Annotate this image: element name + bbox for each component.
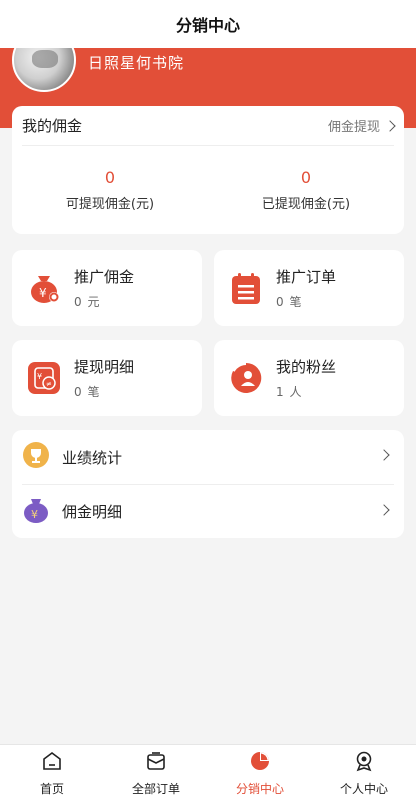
chevron-right-icon [378,449,390,461]
exchange-icon: ¥ ≠ [26,360,62,396]
commission-header: 我的佣金 佣金提现 [22,106,396,146]
tile-title: 我的粉丝 [276,358,337,376]
list-item-commission-details[interactable]: ¥ 佣金明细 [22,484,394,538]
withdrawn-stat: 0 已提现佣金(元) [216,168,396,212]
commission-card: 我的佣金 佣金提现 0 可提现佣金(元) 0 已提现佣金(元) [12,106,404,234]
chevron-right-icon [384,119,396,132]
tile-value: 0 笔 [74,385,101,399]
chevron-right-icon [378,504,390,516]
page-title: 分销中心 [175,16,240,35]
order-box-icon [145,750,167,776]
withdrawable-value: 0 [104,168,116,187]
withdrawn-value: 0 [300,168,312,187]
list-label: 业绩统计 [62,448,123,467]
money-bag-icon: ¥ [26,270,62,306]
money-bag-icon: ¥ [22,496,50,528]
svg-text:≠: ≠ [46,380,52,388]
withdraw-link[interactable]: 佣金提现 [327,116,396,135]
pie-chart-icon [249,750,271,776]
svg-text:¥: ¥ [39,286,47,300]
menu-list: 业绩统计 ¥ 佣金明细 [12,430,404,538]
list-label: 佣金明细 [62,503,123,521]
tile-withdraw-details[interactable]: ¥ ≠ 提现明细 0 笔 [12,340,202,416]
home-icon [41,750,63,776]
tab-all-orders[interactable]: 全部订单 [104,745,208,802]
svg-text:¥: ¥ [31,508,38,521]
tab-home[interactable]: 首页 [0,745,104,802]
tile-value: 0 元 [74,295,101,309]
shop-name: 日照星何书院 [88,54,185,72]
commission-title: 我的佣金 [22,117,83,135]
withdraw-link-label: 佣金提现 [327,120,380,135]
clipboard-icon [228,270,264,306]
tab-label: 全部订单 [131,782,180,796]
tab-distribution-center[interactable]: 分销中心 [208,745,312,802]
tab-label: 分销中心 [235,782,284,796]
profile-badge-icon [353,750,375,776]
bottom-tab-bar: 首页 全部订单 分销中心 个人中心 [0,744,416,802]
tile-value: 1 人 [276,385,303,399]
tile-my-fans[interactable]: 我的粉丝 1 人 [214,340,404,416]
tile-title: 推广佣金 [74,268,135,286]
tab-label: 首页 [39,782,64,796]
tab-profile[interactable]: 个人中心 [312,745,416,802]
tile-promo-orders[interactable]: 推广订单 0 笔 [214,250,404,326]
list-item-performance[interactable]: 业绩统计 [22,430,394,484]
tile-title: 提现明细 [74,358,135,376]
tab-label: 个人中心 [339,782,388,796]
svg-text:¥: ¥ [37,372,42,381]
nav-bar: 分销中心 [0,0,416,48]
trophy-icon [22,441,50,473]
withdrawable-label: 可提现佣金(元) [65,197,155,212]
withdrawable-stat: 0 可提现佣金(元) [20,168,200,212]
withdrawn-label: 已提现佣金(元) [261,197,351,212]
tile-value: 0 笔 [276,295,303,309]
tile-title: 推广订单 [276,268,337,286]
tile-promo-commission[interactable]: ¥ 推广佣金 0 元 [12,250,202,326]
user-icon [228,360,264,396]
